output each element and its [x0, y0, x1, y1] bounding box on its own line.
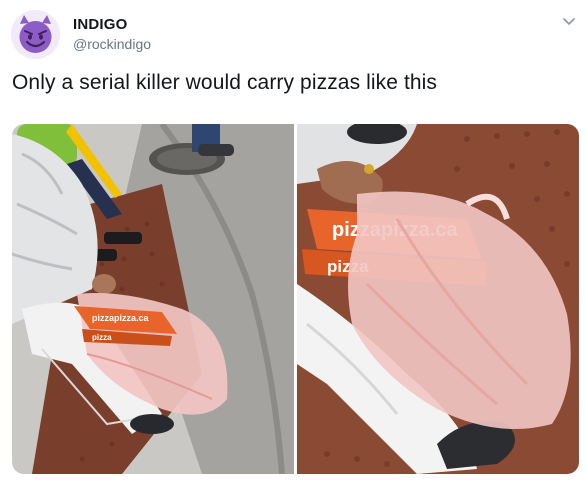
author-name[interactable]: INDIGO: [73, 16, 128, 33]
pizza-box-text-top: pizzapizza.ca: [92, 313, 150, 323]
pizza-box-text-bottom: pizza: [92, 333, 112, 342]
photo-right[interactable]: pizzapizza.ca pizza: [297, 124, 579, 474]
photo-left[interactable]: pizzapizza.ca pizza: [12, 124, 294, 474]
tweet-text: Only a serial killer would carry pizzas …: [12, 71, 438, 94]
tweet-card: INDIGO @rockindigo Only a serial killer …: [0, 0, 586, 484]
chevron-down-icon[interactable]: [562, 14, 576, 28]
pizza-carry-photo-wide: pizzapizza.ca pizza: [12, 124, 294, 474]
author-handle[interactable]: @rockindigo: [73, 36, 151, 52]
avatar[interactable]: [11, 10, 60, 59]
smiling-imp-icon: [11, 10, 60, 59]
pizza-carry-photo-closeup: pizzapizza.ca pizza: [297, 124, 579, 474]
photo-grid: pizzapizza.ca pizza pizza: [12, 124, 579, 474]
